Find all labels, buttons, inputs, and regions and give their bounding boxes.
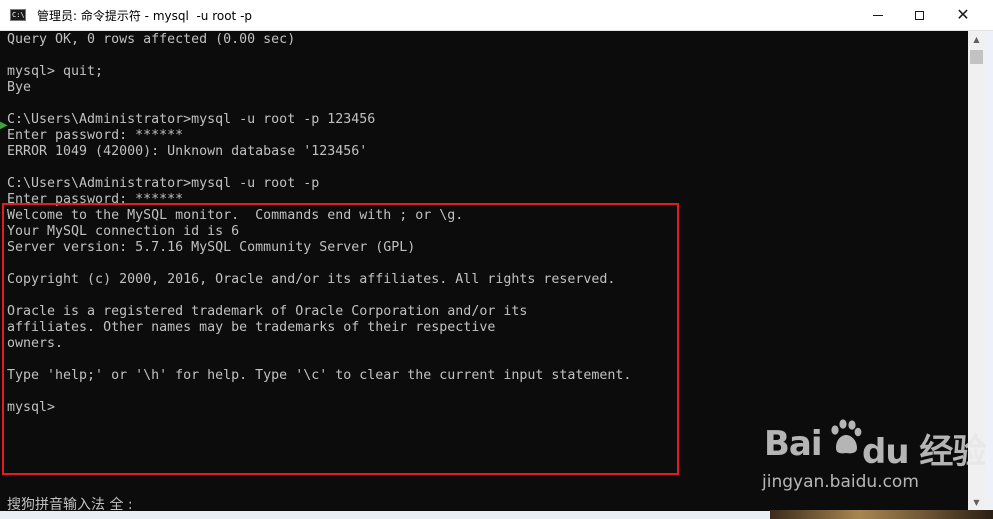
console-line: C:\Users\Administrator>mysql -u root -p <box>7 176 320 191</box>
scroll-up-arrow-icon[interactable]: ▲ <box>968 31 985 48</box>
title-bar[interactable]: C:\ 管理员: 命令提示符 - mysql -u root -p ✕ <box>0 0 993 31</box>
cmd-app-icon[interactable]: C:\ <box>10 9 26 21</box>
watermark-brand-left: Bai <box>764 424 823 464</box>
minimize-icon <box>873 14 883 16</box>
console-line: Query OK, 0 rows affected (0.00 sec) <box>7 32 296 47</box>
selection-marker-icon: ▶ <box>0 120 8 131</box>
maximize-button[interactable] <box>896 0 942 30</box>
watermark-brand-right: du 经验 <box>862 432 986 472</box>
background-photo-strip <box>770 510 993 519</box>
baidu-watermark: Bai du 经验 jingyan.baidu.com <box>758 410 986 500</box>
command-prompt-window: C:\ 管理员: 命令提示符 - mysql -u root -p ✕ Quer… <box>0 0 993 519</box>
baidu-paw-icon <box>831 419 862 454</box>
console-line: mysql> quit; <box>7 64 104 79</box>
console-line: Enter password: ****** <box>7 128 184 143</box>
close-icon: ✕ <box>956 5 970 24</box>
desktop-bottom-edge <box>0 511 770 519</box>
highlight-annotation-box <box>2 203 679 475</box>
console-line: Bye <box>7 80 32 95</box>
console-line: ERROR 1049 (42000): Unknown database '12… <box>7 144 368 159</box>
close-button[interactable]: ✕ <box>940 0 986 30</box>
maximize-icon <box>914 10 924 20</box>
watermark-url: jingyan.baidu.com <box>762 472 919 492</box>
minimize-button[interactable] <box>855 0 901 30</box>
scrollbar-thumb[interactable] <box>970 50 983 64</box>
console-line: C:\Users\Administrator>mysql -u root -p … <box>7 112 376 127</box>
desktop-edge <box>985 31 993 519</box>
window-title: 管理员: 命令提示符 - mysql -u root -p <box>37 9 253 23</box>
scroll-down-arrow-icon[interactable]: ▼ <box>968 494 985 511</box>
